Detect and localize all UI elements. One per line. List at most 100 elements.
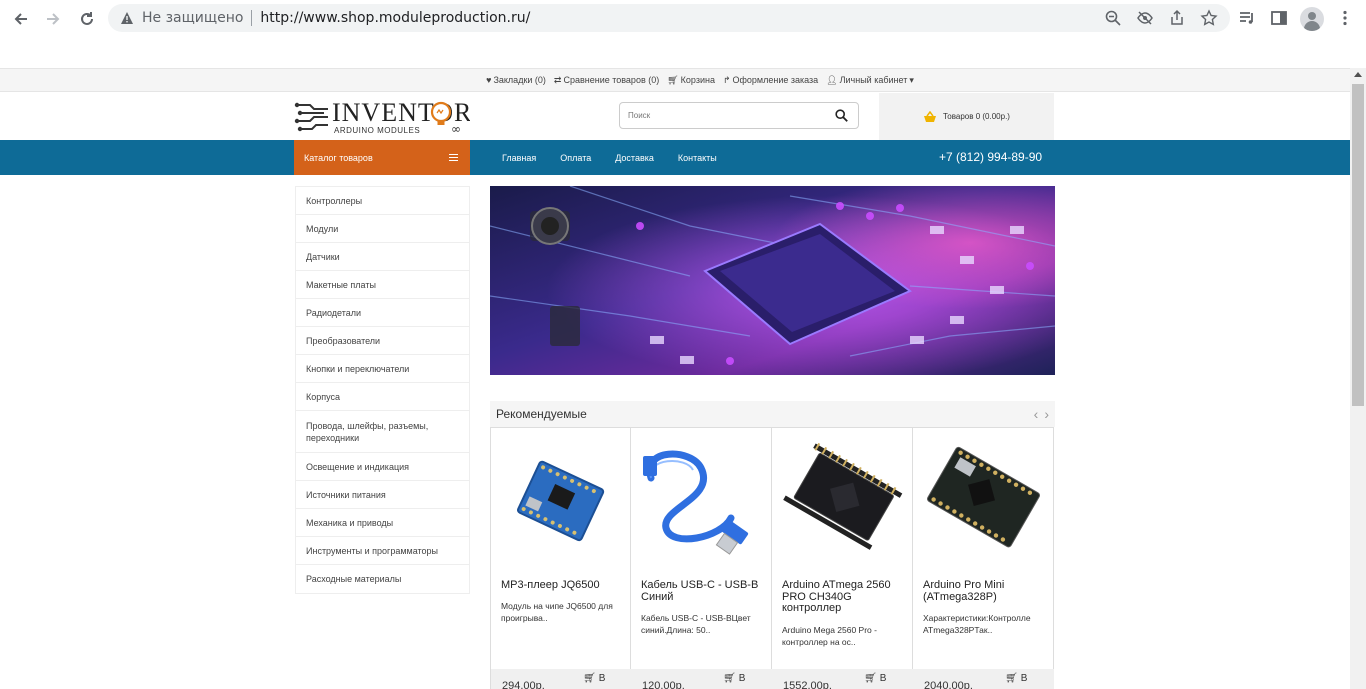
menu-contacts[interactable]: Контакты <box>678 153 717 163</box>
bookmark-star-icon[interactable] <box>1200 9 1218 27</box>
svg-text:∞: ∞ <box>451 122 461 136</box>
share-arrow-icon: ↱ <box>722 74 731 85</box>
more-menu-icon[interactable] <box>1336 9 1354 27</box>
web-page: ♥ Закладки (0) ⇄ Сравнение товаров (0) 🛒︎ К… <box>0 68 1350 689</box>
chevron-left-icon[interactable]: ‹ <box>1034 407 1039 421</box>
add-to-cart-button[interactable]: 🛒︎ В <box>864 673 886 684</box>
category-item[interactable]: Корпуса <box>296 383 469 411</box>
cart-icon: 🛒︎ <box>583 673 596 684</box>
menu-home[interactable]: Главная <box>502 153 536 163</box>
add-to-cart-button[interactable]: 🛒︎ В <box>723 673 745 684</box>
cart-icon: 🛒︎ <box>1005 673 1018 684</box>
menu-payment[interactable]: Оплата <box>560 153 591 163</box>
header-cart-button[interactable]: Товаров 0 (0.00р.) <box>879 93 1054 140</box>
product-card[interactable]: Arduino ATmega 2560 PRO CH340G контролле… <box>772 427 913 689</box>
security-status[interactable]: Не защищено <box>142 10 243 26</box>
scrollbar-thumb[interactable] <box>1352 84 1364 406</box>
catalog-label: Каталог товаров <box>304 152 373 163</box>
address-bar[interactable]: Не защищено http://www.shop.moduleproduc… <box>108 4 1230 32</box>
category-item[interactable]: Датчики <box>296 243 469 271</box>
category-item[interactable]: Контроллеры <box>296 187 469 215</box>
category-item[interactable]: Расходные материалы <box>296 565 469 593</box>
add-to-cart-label: В <box>1020 673 1028 684</box>
category-item[interactable]: Источники питания <box>296 481 469 509</box>
cart-label: Корзина <box>680 75 715 85</box>
menu-delivery[interactable]: Доставка <box>615 153 654 163</box>
featured-products: MP3-плеер JQ6500 Модуль на чипе JQ6500 д… <box>490 427 1055 689</box>
omnibox-divider <box>251 10 253 26</box>
search-icon[interactable] <box>835 109 848 122</box>
catalog-button[interactable]: Каталог товаров <box>294 140 470 175</box>
category-item[interactable]: Освещение и индикация <box>296 453 469 481</box>
product-footer: 120.00р. 🛒︎ В <box>631 669 772 689</box>
scroll-up-icon[interactable] <box>1354 72 1362 77</box>
compare-label: Сравнение товаров (0) <box>563 75 660 85</box>
product-image[interactable] <box>772 428 913 568</box>
category-item[interactable]: Инструменты и программаторы <box>296 537 469 565</box>
bookmarks-label: Закладки (0) <box>493 75 546 85</box>
exchange-icon: ⇄ <box>553 74 562 85</box>
featured-title: Рекомендуемые <box>496 407 587 421</box>
checkout-link[interactable]: ↱ Оформление заказа <box>723 75 818 86</box>
add-to-cart-button[interactable]: 🛒︎ В <box>1005 673 1027 684</box>
compare-link[interactable]: ⇄ Сравнение товаров (0) <box>554 75 659 86</box>
product-card[interactable]: Arduino Pro Mini (ATmega328P) Характерис… <box>913 427 1054 689</box>
warning-icon <box>121 12 133 24</box>
product-footer: 1552.00р. 🛒︎ В <box>772 669 913 689</box>
inventor-logo[interactable]: INVENTOR ARDUINO MODULES ∞ <box>294 97 470 137</box>
user-icon: 👤︎ <box>826 74 838 85</box>
product-image[interactable] <box>491 428 632 568</box>
cart-summary: Товаров 0 (0.00р.) <box>943 112 1010 121</box>
product-description: Модуль на чипе JQ6500 для проигрыва.. <box>501 601 613 623</box>
eye-off-icon[interactable] <box>1136 9 1154 27</box>
add-to-cart-label: В <box>738 673 746 684</box>
zoom-icon[interactable] <box>1104 9 1122 27</box>
main-menu: Главная Оплата Доставка Контакты <box>490 140 729 175</box>
category-item[interactable]: Радиодетали <box>296 299 469 327</box>
side-panel-icon[interactable] <box>1270 9 1288 27</box>
search-box <box>619 102 859 129</box>
basket-icon <box>924 110 937 122</box>
product-description: Характеристики:Контролле ATmega328PТак.. <box>923 613 1031 635</box>
product-name[interactable]: Arduino Pro Mini (ATmega328P) <box>923 579 1048 603</box>
account-label: Личный кабинет <box>839 75 908 85</box>
account-link[interactable]: 👤︎ Личный кабинет ▾ <box>826 75 914 86</box>
category-item[interactable]: Кнопки и переключатели <box>296 355 469 383</box>
add-to-cart-button[interactable]: 🛒︎ В <box>583 673 605 684</box>
product-footer: 294.00р. 🛒︎ В <box>491 669 632 689</box>
category-sidebar: Контроллеры Модули Датчики Макетные плат… <box>295 186 470 594</box>
cart-link[interactable]: 🛒︎ Корзина <box>667 75 715 86</box>
forward-icon[interactable] <box>42 8 64 30</box>
reload-icon[interactable] <box>76 8 98 30</box>
category-item[interactable]: Макетные платы <box>296 271 469 299</box>
product-name[interactable]: Arduino ATmega 2560 PRO CH340G контролле… <box>782 579 907 615</box>
reading-list-icon[interactable] <box>1238 9 1256 27</box>
category-item[interactable]: Преобразователи <box>296 327 469 355</box>
bookmarks-link[interactable]: ♥ Закладки (0) <box>486 75 546 85</box>
product-name[interactable]: Кабель USB-C - USB-B Синий <box>641 579 766 603</box>
share-icon[interactable] <box>1168 9 1186 27</box>
category-item[interactable]: Провода, шлейфы, разъемы, переходники <box>296 411 469 453</box>
hamburger-icon <box>449 154 458 161</box>
product-description: Кабель USB-C - USB-BЦвет синий.Длина: 50… <box>641 613 751 635</box>
profile-avatar-icon[interactable] <box>1300 7 1324 31</box>
cart-icon: 🛒︎ <box>723 673 736 684</box>
url-text[interactable]: http://www.shop.moduleproduction.ru/ <box>260 10 530 26</box>
search-input[interactable] <box>620 111 820 120</box>
product-footer: 2040.00р. 🛒︎ В <box>913 669 1054 689</box>
product-price: 1552.00р. <box>783 680 832 689</box>
product-name[interactable]: MP3-плеер JQ6500 <box>501 579 626 592</box>
category-item[interactable]: Модули <box>296 215 469 243</box>
product-card[interactable]: Кабель USB-C - USB-B Синий Кабель USB-C … <box>631 427 772 689</box>
hero-banner-image[interactable] <box>490 186 1055 375</box>
checkout-label: Оформление заказа <box>732 75 819 85</box>
page-scrollbar[interactable] <box>1350 68 1366 689</box>
phone-number[interactable]: +7 (812) 994-89-90 <box>939 150 1042 164</box>
product-price: 2040.00р. <box>924 680 973 689</box>
chevron-right-icon[interactable]: › <box>1044 407 1049 421</box>
category-item[interactable]: Механика и приводы <box>296 509 469 537</box>
product-image[interactable] <box>913 428 1054 568</box>
product-image[interactable] <box>631 428 772 568</box>
back-icon[interactable] <box>10 8 32 30</box>
product-card[interactable]: MP3-плеер JQ6500 Модуль на чипе JQ6500 д… <box>490 427 632 689</box>
